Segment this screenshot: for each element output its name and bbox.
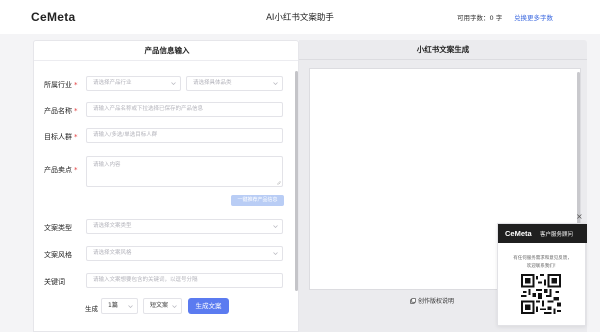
- chevron-down-icon: [171, 82, 176, 85]
- product-info-title: 产品信息输入: [34, 41, 298, 61]
- selling-points-label: 产品卖点 *: [44, 166, 78, 174]
- cs-text-line2: 欢迎联系我们！: [526, 264, 559, 269]
- page-title: AI小红书文案助手: [266, 13, 334, 23]
- ai-recommend-button[interactable]: 一键推荐产品信息: [231, 195, 284, 206]
- chevron-down-icon: [273, 225, 278, 228]
- category-select[interactable]: 请选择具体品类: [186, 76, 283, 91]
- industry-label: 所属行业 *: [44, 81, 78, 89]
- copy-type-select[interactable]: 请选择文案类型: [86, 219, 283, 234]
- customer-service-header: CeMeta 客户服务顾问: [498, 224, 587, 243]
- word-quota: 可用字数：0 字: [457, 14, 503, 22]
- industry-select[interactable]: 请选择产品行业: [86, 76, 181, 91]
- qr-code-icon: [521, 274, 561, 314]
- generate-label: 生成: [85, 305, 98, 313]
- product-name-label: 产品名称 *: [44, 107, 78, 115]
- generate-copy-button[interactable]: 生成文案: [188, 298, 229, 314]
- audience-input[interactable]: 请输入/多选/单选目标人群: [86, 128, 283, 143]
- length-select[interactable]: 短文案: [143, 298, 182, 314]
- count-select[interactable]: 1篇: [101, 298, 138, 314]
- copy-output-title: 小红书文案生成: [299, 40, 587, 60]
- resize-grip-icon[interactable]: [276, 180, 281, 185]
- cs-text-line1: 有任何服务需求和意见反馈，: [513, 256, 572, 261]
- product-name-input[interactable]: 请输入产品名称或下拉选择已保存的产品信息: [86, 102, 283, 117]
- copy-style-select[interactable]: 请选择文案风格: [86, 246, 283, 261]
- cs-logo: CeMeta: [505, 229, 532, 238]
- chevron-down-icon: [172, 305, 177, 308]
- selling-points-textarea[interactable]: 请输入内容: [86, 156, 283, 187]
- copyright-link[interactable]: 创作版权说明: [410, 296, 454, 305]
- keywords-label: 关键词: [44, 278, 65, 286]
- cs-title: 客户服务顾问: [540, 232, 574, 238]
- close-icon[interactable]: ×: [576, 212, 583, 221]
- copy-icon: [410, 298, 416, 304]
- chevron-down-icon: [273, 252, 278, 255]
- customer-service-popup: CeMeta 客户服务顾问 有任何服务需求和意见反馈， 欢迎联系我们！: [497, 223, 587, 326]
- left-scrollbar[interactable]: [295, 71, 298, 291]
- buy-more-words-link[interactable]: 兑换更多字数: [514, 12, 553, 22]
- copy-style-label: 文案风格: [44, 251, 72, 259]
- product-info-panel: 产品信息输入 所属行业 * 请选择产品行业 请选择具体品类 产品名称 * 请输入产品…: [33, 40, 299, 332]
- audience-label: 目标人群 *: [44, 133, 78, 141]
- chevron-down-icon: [273, 82, 278, 85]
- keywords-input[interactable]: 请输入文案想要包含的关键词，以逗号分隔: [86, 273, 283, 288]
- chevron-down-icon: [128, 305, 133, 308]
- app-header: CeMeta AI小红书文案助手 可用字数：0 字 兑换更多字数: [0, 0, 600, 34]
- copy-type-label: 文案类型: [44, 224, 72, 232]
